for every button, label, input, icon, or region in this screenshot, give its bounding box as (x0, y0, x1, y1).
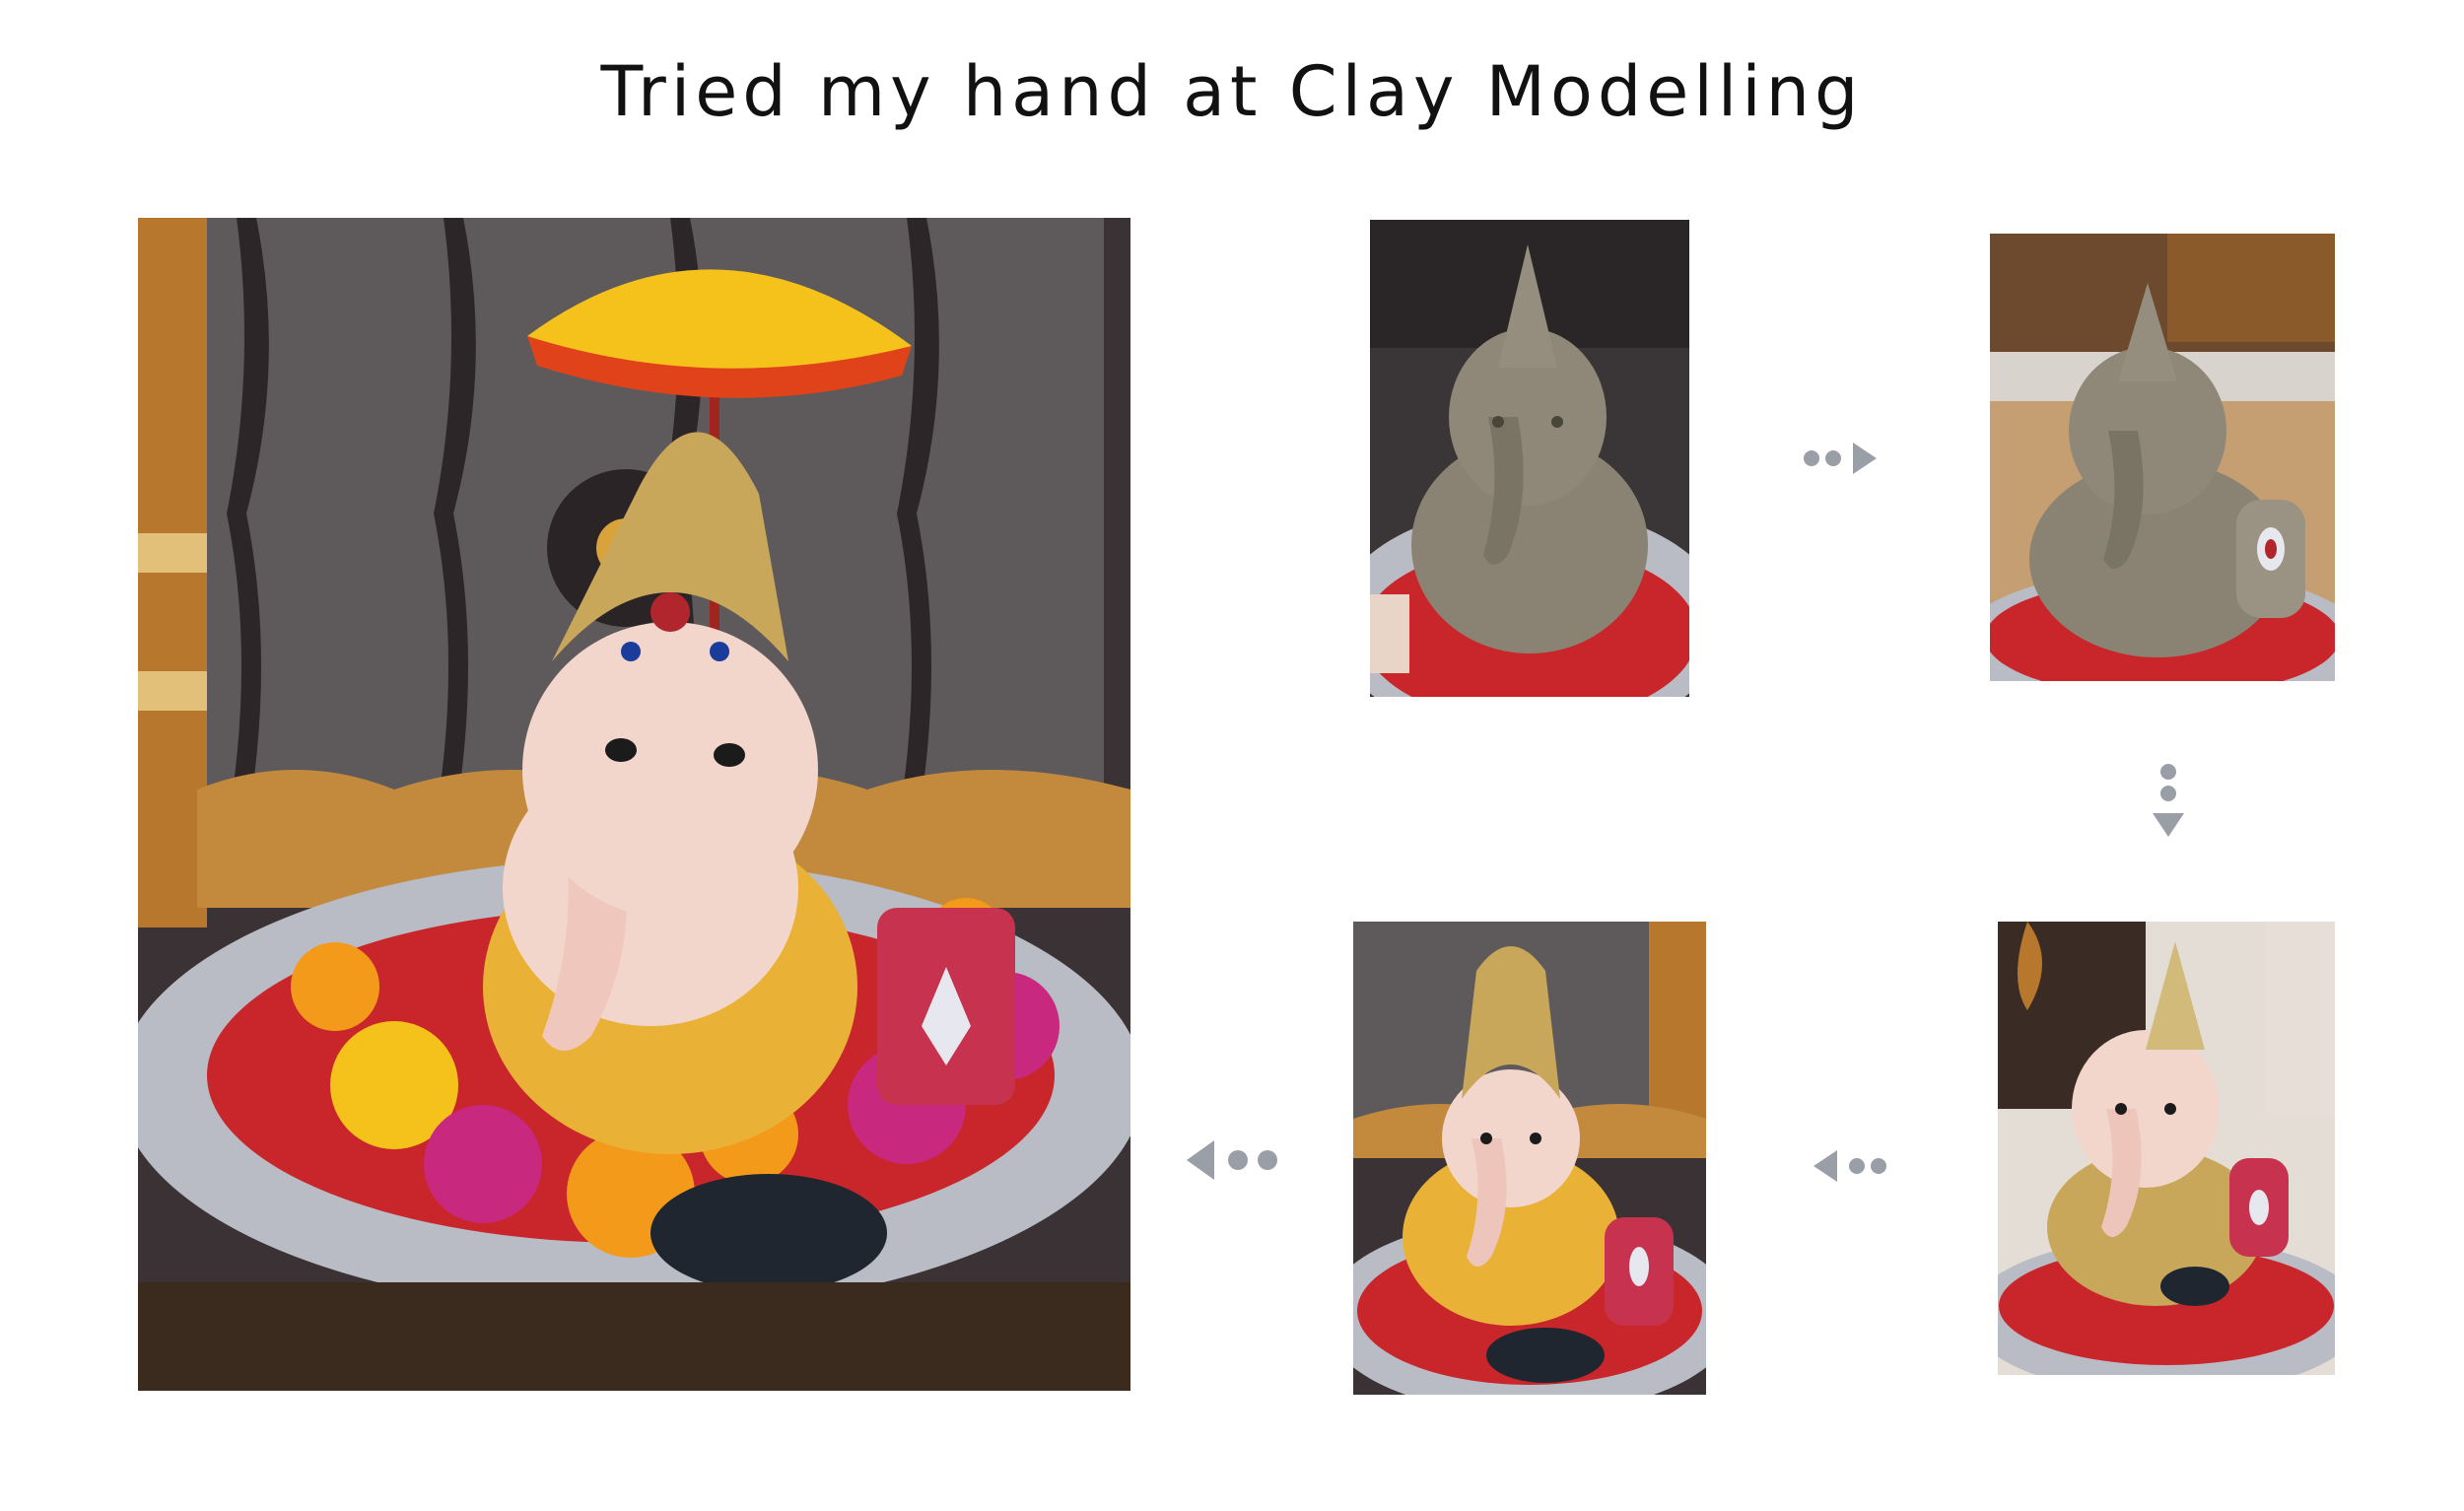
arrow-right-icon (1804, 439, 1882, 478)
arrow-down-icon (2149, 764, 2188, 843)
photo-finished-ganesha (138, 218, 1130, 1391)
photo-step-2-detailed-clay (1990, 234, 2335, 681)
photo-step-4-decorated (1353, 922, 1706, 1395)
arrow-left-icon (1185, 1138, 1283, 1182)
photo-step-1-raw-clay (1370, 220, 1689, 697)
page-title: Tried my hand at Clay Modelling (600, 51, 1864, 132)
photo-step-3-painted (1998, 922, 2335, 1375)
arrow-left-icon (1812, 1146, 1890, 1186)
